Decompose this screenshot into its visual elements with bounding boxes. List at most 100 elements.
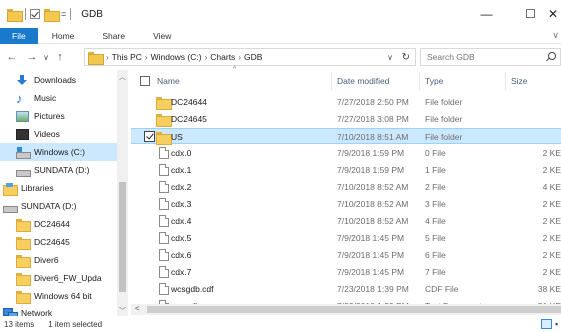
breadcrumb-gdb[interactable]: GDB	[244, 52, 262, 62]
libraries-icon	[3, 182, 18, 196]
address-dropdown-chevron-icon[interactable]: ∨	[387, 53, 393, 62]
table-row[interactable]: cdx.6 7/9/2018 1:45 PM 6 File 2 KE	[131, 247, 561, 263]
forward-button[interactable]: →	[25, 51, 39, 63]
column-header-name[interactable]: Name	[157, 72, 327, 90]
sidebar-item-pictures[interactable]: Pictures	[16, 107, 65, 125]
horizontal-scrollbar[interactable]: <	[131, 304, 561, 315]
sidebar-item-libraries[interactable]: Libraries	[3, 179, 54, 197]
scrollbar-thumb[interactable]	[119, 182, 126, 292]
quick-access-toolbar: =	[7, 8, 75, 22]
refresh-icon[interactable]: ↻	[402, 52, 410, 63]
file-type: 2 File	[425, 182, 446, 192]
sidebar-item-diver6-fw-update[interactable]: Diver6_FW_Upda	[16, 269, 102, 287]
file-date-modified: 7/27/2018 3:08 PM	[337, 114, 409, 124]
navigation-pane: Downloads Music Pictures Videos Windows …	[0, 70, 128, 316]
sidebar-item-dc24644[interactable]: DC24644	[16, 215, 70, 233]
sidebar-item-videos[interactable]: Videos	[16, 125, 60, 143]
file-icon	[159, 266, 169, 278]
details-view-icon[interactable]	[541, 319, 552, 329]
table-row[interactable]: cdx.1 7/9/2018 1:59 PM 1 File 2 KE	[131, 162, 561, 178]
sidebar-item-label: Downloads	[34, 75, 77, 85]
table-row[interactable]: cdx.0 7/9/2018 1:59 PM 0 File 2 KE	[131, 145, 561, 161]
expand-ribbon-chevron-icon[interactable]: ∨	[552, 30, 559, 41]
table-row[interactable]: DC24644 7/27/2018 2:50 PM File folder	[131, 94, 561, 110]
file-type: 1 File	[425, 165, 446, 175]
file-icon	[159, 215, 169, 227]
column-divider[interactable]	[419, 72, 420, 90]
table-row[interactable]: cdx.2 7/10/2018 8:52 AM 2 File 4 KE	[131, 179, 561, 195]
pictures-icon	[16, 110, 29, 122]
back-button[interactable]: ←	[5, 51, 19, 63]
title-bar: = GDB — ☐ ✕	[0, 0, 561, 28]
file-icon	[159, 232, 169, 244]
sidebar-item-network[interactable]: Network	[3, 304, 52, 316]
sidebar-item-label: DC24644	[34, 219, 70, 229]
tab-file[interactable]: File	[0, 27, 38, 44]
breadcrumb-windows-c[interactable]: Windows (C:)	[151, 52, 202, 62]
file-size: 2 KE	[542, 165, 561, 175]
status-bar: 13 items 1 item selected ▪	[0, 316, 561, 332]
sidebar-item-downloads[interactable]: Downloads	[16, 71, 76, 89]
navigation-pane-scrollbar[interactable]: ︿ ﹀	[117, 70, 128, 316]
search-input[interactable]	[427, 52, 547, 62]
select-all-checkbox[interactable]	[140, 76, 150, 86]
file-size: 2 KE	[542, 250, 561, 260]
column-divider[interactable]	[331, 72, 332, 90]
toolbar-divider	[70, 8, 72, 20]
sidebar-item-label: Diver6	[34, 255, 59, 265]
table-row[interactable]: cdx.7 7/9/2018 1:45 PM 7 File 2 KE	[131, 264, 561, 280]
table-row[interactable]: cdx.3 7/10/2018 8:52 AM 3 File 2 KE	[131, 196, 561, 212]
breadcrumb-separator[interactable]: ›	[145, 53, 148, 62]
search-icon[interactable]	[548, 52, 556, 60]
scrollbar-thumb[interactable]	[147, 306, 561, 313]
column-header-date-modified[interactable]: Date modified	[337, 72, 422, 90]
scroll-up-chevron-icon[interactable]: ︿	[119, 72, 126, 82]
file-icon	[159, 283, 169, 295]
sidebar-item-diver6[interactable]: Diver6	[16, 251, 59, 269]
window-title: GDB	[81, 8, 103, 20]
file-type: 4 File	[425, 216, 446, 226]
breadcrumb-separator[interactable]: ›	[205, 53, 208, 62]
file-size	[511, 94, 561, 110]
sidebar-item-windows-64-bit[interactable]: Windows 64 bit	[16, 287, 92, 305]
download-icon	[16, 74, 29, 86]
row-checkbox[interactable]	[144, 131, 155, 142]
table-row[interactable]: DC24645 7/27/2018 3:08 PM File folder	[131, 111, 561, 127]
tab-share[interactable]: Share	[88, 28, 139, 44]
up-button[interactable]: ↑	[53, 51, 67, 63]
customize-toolbar-dropdown[interactable]: =	[61, 9, 66, 19]
properties-check-icon[interactable]	[30, 9, 40, 19]
table-row[interactable]: wcsgdb.cdf 7/23/2018 1:39 PM CDF File 38 KE	[131, 281, 561, 297]
table-row[interactable]: cdx.4 7/10/2018 8:52 AM 4 File 2 KE	[131, 213, 561, 229]
folder-icon[interactable]	[7, 8, 23, 22]
close-button[interactable]: ✕	[548, 0, 561, 28]
file-date-modified: 7/10/2018 8:51 AM	[337, 132, 409, 142]
minimize-button[interactable]: —	[464, 0, 509, 28]
large-icons-view-icon[interactable]: ▪	[555, 319, 561, 329]
sidebar-item-sundata-d-root[interactable]: SUNDATA (D:)	[3, 197, 76, 215]
table-row[interactable]: cdx.5 7/9/2018 1:45 PM 5 File 2 KE	[131, 230, 561, 246]
breadcrumb-this-pc[interactable]: This PC	[112, 52, 142, 62]
sidebar-item-music[interactable]: Music	[16, 89, 56, 107]
column-header-size[interactable]: Size	[511, 72, 561, 90]
sidebar-item-windows-c[interactable]: Windows (C:)	[0, 143, 117, 161]
column-divider[interactable]	[505, 72, 506, 90]
breadcrumb-separator[interactable]: ›	[238, 53, 241, 62]
sidebar-item-label: DC24645	[34, 237, 70, 247]
new-folder-icon[interactable]	[44, 8, 60, 22]
file-name: cdx.5	[171, 233, 192, 243]
sidebar-item-sundata-d[interactable]: SUNDATA (D:)	[16, 161, 89, 179]
tab-view[interactable]: View	[139, 28, 185, 44]
column-header-type[interactable]: Type	[425, 72, 505, 90]
sidebar-item-label: Videos	[34, 129, 60, 139]
scroll-down-chevron-icon[interactable]: ﹀	[119, 306, 126, 316]
maximize-button[interactable]: ☐	[508, 0, 553, 28]
table-row[interactable]: US 7/10/2018 8:51 AM File folder	[131, 128, 561, 145]
recent-locations-chevron-icon[interactable]: ∨	[39, 53, 53, 62]
sidebar-item-dc24645[interactable]: DC24645	[16, 233, 70, 251]
file-name: cdx.2	[171, 182, 192, 192]
file-name: cdx.1	[171, 165, 192, 175]
scroll-left-chevron-icon[interactable]: <	[135, 304, 140, 313]
tab-home[interactable]: Home	[38, 28, 89, 44]
breadcrumb-charts[interactable]: Charts	[210, 52, 235, 62]
